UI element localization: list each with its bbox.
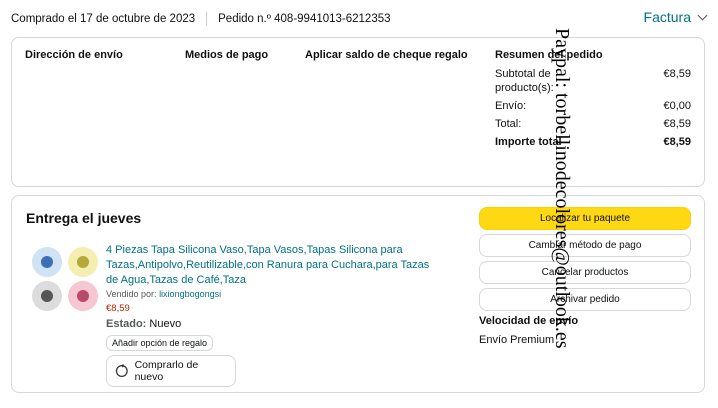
product-state: Estado: Nuevo	[106, 318, 441, 330]
buy-again-icon	[115, 364, 128, 377]
shipping-speed-value: Envío Premium	[479, 334, 555, 346]
summary-value: €8,59	[663, 118, 691, 130]
cancel-products-button[interactable]: Cancelar productos	[479, 261, 691, 284]
invoice-label: Factura	[643, 9, 691, 25]
order-header: Comprado el 17 de octubre de 2023 Pedido…	[11, 12, 391, 26]
summary-label: Subtotal de producto(s):	[495, 68, 554, 94]
order-summary-title: Resumen del pedido	[495, 49, 603, 61]
delivery-title: Entrega el jueves	[26, 210, 142, 226]
buy-again-button[interactable]: Comprarlo de nuevo	[106, 355, 236, 387]
summary-label: Total:	[495, 118, 522, 130]
order-actions: Localizar tu paquete Cambiar método de p…	[479, 207, 691, 346]
order-summary: Resumen del pedido Subtotal de producto(…	[495, 49, 691, 153]
summary-label: Importe total	[495, 136, 562, 148]
summary-value: €8,59	[663, 136, 691, 148]
product-thumbnail[interactable]	[29, 246, 101, 312]
summary-label: Envío:	[495, 100, 527, 112]
state-value: Nuevo	[149, 318, 182, 330]
shipping-address-heading: Dirección de envío	[25, 49, 123, 61]
chevron-down-icon	[697, 10, 708, 20]
buy-again-label: Comprarlo de nuevo	[134, 359, 199, 383]
summary-row-shipping: Envío: €0,00	[495, 99, 691, 113]
product-title-link[interactable]: 4 Piezas Tapa Silicona Vaso,Tapa Vasos,T…	[106, 243, 441, 288]
change-payment-button[interactable]: Cambiar método de pago	[479, 234, 691, 257]
product-price: €8,59	[106, 303, 130, 314]
order-date: Comprado el 17 de octubre de 2023	[11, 13, 196, 25]
summary-value: €0,00	[663, 100, 691, 112]
product-info: 4 Piezas Tapa Silicona Vaso,Tapa Vasos,T…	[106, 243, 441, 387]
track-package-button[interactable]: Localizar tu paquete	[479, 207, 691, 230]
summary-row-subtotal: Subtotal de producto(s): €8,59	[495, 67, 691, 95]
summary-row-total: Total: €8,59	[495, 117, 691, 131]
invoice-dropdown[interactable]: Factura	[643, 9, 708, 25]
divider	[206, 12, 208, 26]
archive-order-button[interactable]: Archivar pedido	[479, 288, 691, 311]
payment-methods-heading: Medios de pago	[185, 49, 269, 61]
order-details-box: Dirección de envío Medios de pago Aplica…	[11, 37, 705, 187]
state-label: Estado:	[106, 318, 147, 330]
gift-balance-heading: Aplicar saldo de cheque regalo	[305, 49, 468, 61]
summary-row-grand-total: Importe total €8,59	[495, 135, 691, 149]
shipping-speed-label: Velocidad de envío	[479, 315, 579, 327]
seller-line: Vendido por: lixiongbogongsi	[106, 289, 441, 299]
seller-label: Vendido por:	[106, 289, 157, 299]
order-number: Pedido n.º 408-9941013-6212353	[218, 13, 391, 25]
delivery-box: Entrega el jueves 4 Piezas Tapa Silicona…	[11, 195, 705, 393]
summary-value: €8,59	[663, 68, 691, 80]
seller-link[interactable]: lixiongbogongsi	[159, 289, 221, 299]
add-gift-option-button[interactable]: Añadir opción de regalo	[106, 335, 214, 351]
